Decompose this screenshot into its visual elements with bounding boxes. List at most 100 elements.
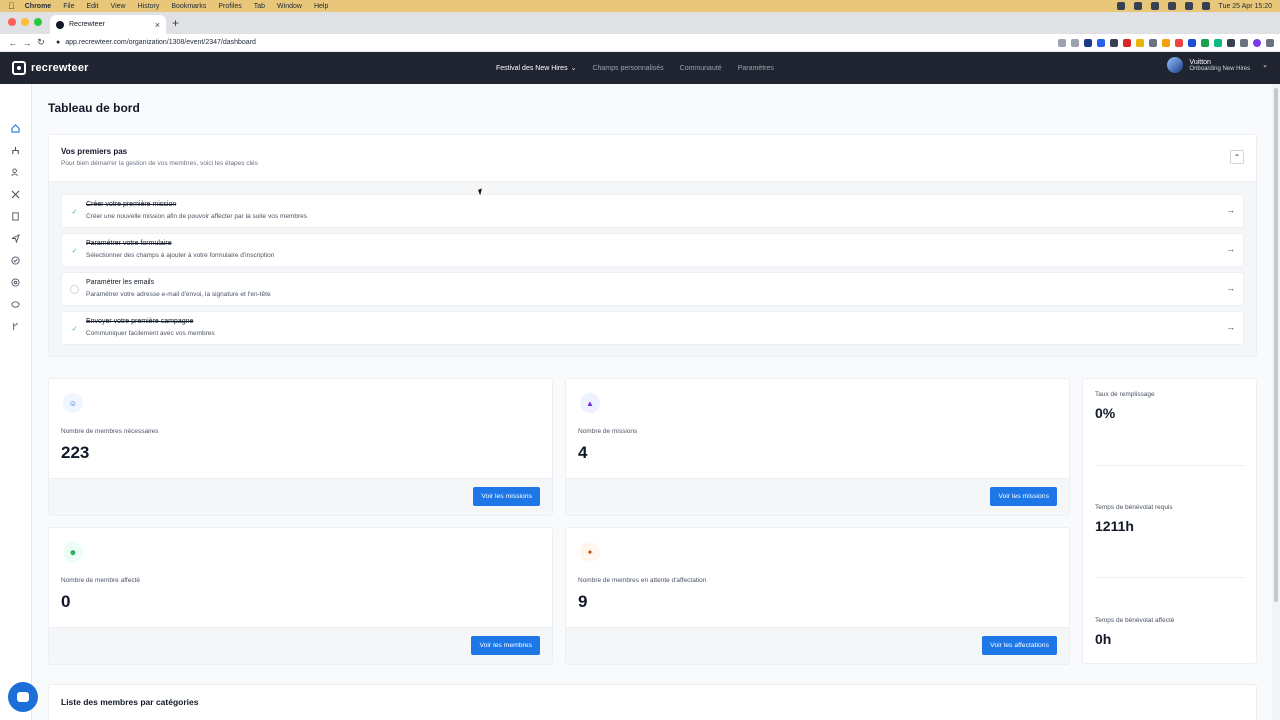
view-missions-button[interactable]: Voir les missions bbox=[473, 487, 540, 506]
menu-tab[interactable]: Tab bbox=[254, 3, 265, 10]
user-info: Vuitton Onboarding New Hires bbox=[1189, 59, 1250, 72]
extension-icon[interactable] bbox=[1136, 38, 1144, 47]
at-icon[interactable] bbox=[11, 278, 20, 287]
extension-icon[interactable] bbox=[1149, 38, 1157, 47]
arrow-right-icon: → bbox=[1226, 205, 1235, 215]
extension-icon[interactable] bbox=[1175, 38, 1183, 47]
reload-icon[interactable]: ↻ bbox=[34, 37, 48, 48]
more-icon[interactable] bbox=[1266, 38, 1274, 47]
forward-icon[interactable]: → bbox=[20, 38, 34, 48]
users-icon[interactable] bbox=[11, 168, 20, 177]
step-item[interactable]: ✓ Paramétrer votre formulaire Sélectionn… bbox=[61, 233, 1244, 267]
extension-icon[interactable] bbox=[1110, 38, 1118, 47]
share-icon[interactable] bbox=[1058, 38, 1066, 47]
extension-icon[interactable] bbox=[1084, 38, 1092, 47]
view-members-button[interactable]: Voir les membres bbox=[471, 636, 540, 655]
minimize-window-button[interactable] bbox=[21, 18, 29, 26]
step-title: Paramétrer les emails bbox=[86, 279, 155, 286]
step-title: Envoyer votre première campagne bbox=[86, 318, 194, 325]
step-item[interactable]: ✓ Envoyer votre première campagne Commun… bbox=[61, 311, 1244, 345]
menu-window[interactable]: Window bbox=[277, 3, 302, 10]
page-scrollbar[interactable] bbox=[1272, 84, 1280, 720]
branch-icon[interactable] bbox=[11, 322, 20, 331]
step-item[interactable]: ✓ Créer votre première mission Créer une… bbox=[61, 194, 1244, 228]
profile-avatar-icon[interactable] bbox=[1253, 38, 1261, 47]
onboarding-steps-card: Vos premiers pas Pour bien démarrer la g… bbox=[48, 134, 1257, 357]
menu-chrome[interactable]: Chrome bbox=[25, 3, 51, 10]
stat-label: Nombre de missions bbox=[578, 428, 638, 435]
view-missions-button[interactable]: Voir les missions bbox=[990, 487, 1057, 506]
main-content: Tableau de bord Vos premiers pas Pour bi… bbox=[32, 84, 1272, 720]
chevron-up-icon: ⌃ bbox=[1233, 152, 1241, 162]
chat-icon bbox=[17, 692, 29, 702]
clock[interactable]: Tue 25 Apr 15:20 bbox=[1219, 3, 1272, 10]
nav-settings[interactable]: Paramètres bbox=[738, 65, 774, 72]
step-item[interactable]: Paramétrer les emails Paramétrer votre a… bbox=[61, 272, 1244, 306]
top-nav: Festival des New Hires ⌄ Champs personna… bbox=[496, 52, 774, 84]
menu-edit[interactable]: Edit bbox=[86, 3, 98, 10]
stat-value: 4 bbox=[578, 443, 588, 462]
extension-icon[interactable] bbox=[1188, 38, 1196, 47]
check-circle-icon[interactable] bbox=[11, 256, 20, 265]
fill-rate-label: Taux de remplissage bbox=[1095, 391, 1155, 398]
users-icon: ☺ bbox=[63, 393, 83, 413]
user-menu[interactable]: Vuitton Onboarding New Hires ⌄ bbox=[1167, 57, 1268, 73]
menu-view[interactable]: View bbox=[111, 3, 126, 10]
menu-file[interactable]: File bbox=[63, 3, 74, 10]
assigned-time-value: 0h bbox=[1095, 631, 1112, 647]
close-window-button[interactable] bbox=[8, 18, 16, 26]
extension-icon[interactable] bbox=[1123, 38, 1131, 47]
menu-profiles[interactable]: Profiles bbox=[218, 3, 241, 10]
puzzle-icon[interactable] bbox=[1227, 38, 1235, 47]
menu-history[interactable]: History bbox=[138, 3, 160, 10]
check-icon: ✓ bbox=[71, 247, 78, 255]
nav-custom-fields[interactable]: Champs personnalisés bbox=[592, 65, 663, 72]
user-check-icon: ☻ bbox=[63, 542, 83, 562]
browser-tab-strip: Recrewteer × + bbox=[0, 12, 1280, 34]
extension-icon[interactable] bbox=[1214, 38, 1222, 47]
tray-icon[interactable] bbox=[1116, 2, 1125, 10]
url-field[interactable]: ● app.recrewteer.com/organization/1308/e… bbox=[56, 39, 256, 46]
tray-icon[interactable] bbox=[1167, 2, 1176, 10]
send-icon[interactable] bbox=[11, 234, 20, 243]
menu-help[interactable]: Help bbox=[314, 3, 328, 10]
maximize-window-button[interactable] bbox=[34, 18, 42, 26]
extension-icon[interactable] bbox=[1201, 38, 1209, 47]
arrow-right-icon: → bbox=[1226, 244, 1235, 254]
stat-card-members-needed: ☺ Nombre de membres nécessaires 223 Voir… bbox=[48, 378, 553, 516]
document-icon[interactable] bbox=[11, 212, 20, 221]
favicon-icon bbox=[56, 20, 64, 29]
tab-title: Recrewteer bbox=[69, 21, 105, 28]
home-icon[interactable] bbox=[11, 124, 20, 133]
tray-icon[interactable] bbox=[1133, 2, 1142, 10]
extension-icon[interactable] bbox=[1097, 38, 1105, 47]
scrollbar-thumb[interactable] bbox=[1274, 88, 1278, 602]
sidebar-toggle-icon[interactable] bbox=[1240, 38, 1248, 47]
close-tab-icon[interactable]: × bbox=[155, 20, 160, 30]
page-title: Tableau de bord bbox=[48, 101, 140, 115]
extension-icon[interactable] bbox=[1162, 38, 1170, 47]
view-assignments-button[interactable]: Voir les affectations bbox=[982, 636, 1057, 655]
members-by-category-card: Liste des membres par catégories bbox=[48, 684, 1257, 720]
tools-icon[interactable] bbox=[11, 190, 20, 199]
chat-support-button[interactable] bbox=[8, 682, 38, 712]
wifi-icon[interactable] bbox=[1184, 2, 1193, 10]
apple-icon[interactable]:  bbox=[8, 1, 15, 11]
brand-logo[interactable]: recrewteer bbox=[12, 61, 89, 75]
storage-icon[interactable] bbox=[11, 300, 20, 309]
assigned-time-label: Temps de bénévolat affecté bbox=[1095, 617, 1175, 624]
menu-bookmarks[interactable]: Bookmarks bbox=[171, 3, 206, 10]
tray-icon[interactable] bbox=[1150, 2, 1159, 10]
nav-community[interactable]: Communauté bbox=[680, 65, 722, 72]
required-time-value: 1211h bbox=[1095, 518, 1134, 534]
app-header: recrewteer Festival des New Hires ⌄ Cham… bbox=[0, 52, 1280, 84]
back-icon[interactable]: ← bbox=[6, 38, 20, 48]
new-tab-icon[interactable]: + bbox=[172, 16, 179, 30]
browser-tab[interactable]: Recrewteer × bbox=[50, 15, 166, 34]
search-icon[interactable] bbox=[1201, 2, 1210, 10]
collapse-button[interactable]: ⌃ bbox=[1230, 150, 1244, 164]
missions-icon[interactable] bbox=[11, 146, 20, 155]
star-icon[interactable] bbox=[1071, 38, 1079, 47]
divider bbox=[1095, 577, 1245, 578]
nav-event-selector[interactable]: Festival des New Hires ⌄ bbox=[496, 64, 576, 73]
